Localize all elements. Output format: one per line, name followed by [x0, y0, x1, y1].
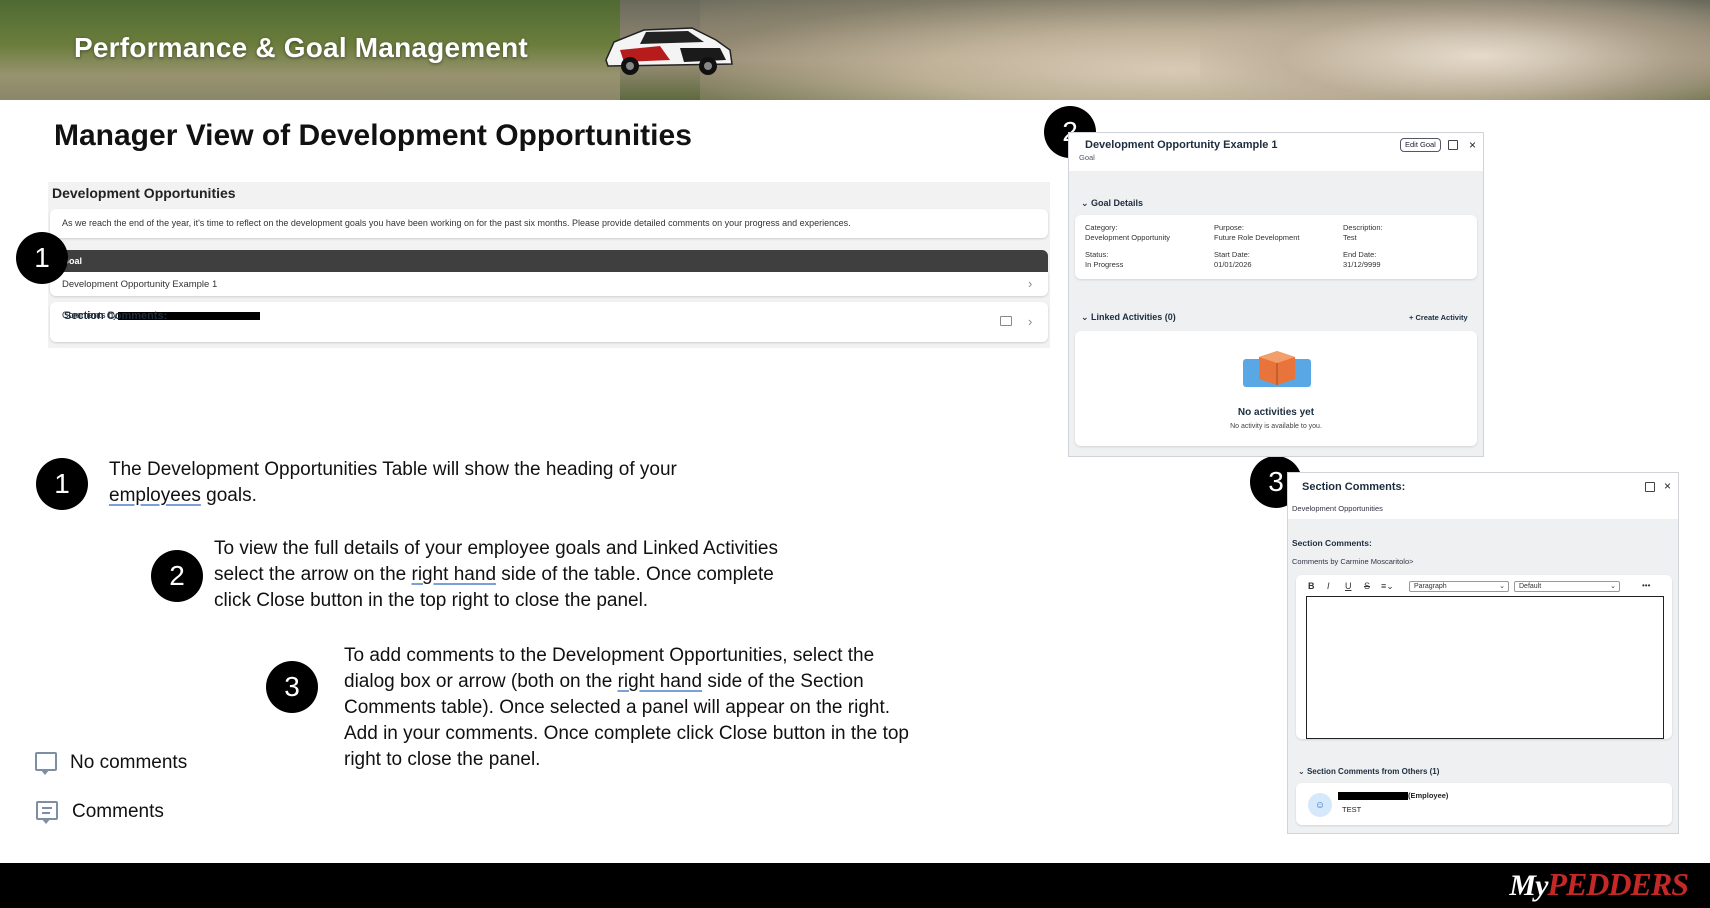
comments-panel-title: Section Comments:: [1302, 481, 1406, 493]
goal-table-row[interactable]: Development Opportunity Example 1 ›: [50, 272, 1048, 296]
chevron-right-icon[interactable]: ›: [1028, 277, 1032, 290]
create-activity-button[interactable]: + Create Activity: [1409, 313, 1468, 322]
chevron-down-icon: ⌄: [1610, 583, 1616, 590]
redacted-name: [1338, 792, 1408, 801]
legend-comments: Comments: [72, 801, 164, 822]
instruction-2: To view the full details of your employe…: [214, 538, 778, 611]
goal-panel-title: Development Opportunity Example 1: [1085, 139, 1278, 151]
status-field: Status: In Progress: [1085, 250, 1124, 269]
banner-dust-cloud-2: [1200, 0, 1710, 100]
section-comments-by: Comments by: [62, 310, 1036, 320]
purpose-field: Purpose: Future Role Development: [1214, 223, 1300, 242]
start-date-field: Start Date: 01/01/2026: [1214, 250, 1252, 269]
close-icon[interactable]: ×: [1664, 480, 1671, 492]
other-comment-card: ☺ (Employee) TEST: [1296, 783, 1672, 825]
instruction-badge-3: 3: [266, 661, 318, 713]
comments-by-line: Comments by Carmine Moscaritolo>: [1292, 557, 1414, 566]
comments-panel-subtitle: Development Opportunities: [1292, 504, 1383, 513]
goal-panel-subtitle: Goal: [1079, 153, 1095, 162]
step-badge-1: 1: [16, 232, 68, 284]
rally-car-image: [605, 27, 733, 75]
goal-panel-header: Development Opportunity Example 1 Goal E…: [1069, 133, 1483, 171]
page-title: Manager View of Development Opportunitie…: [54, 119, 692, 152]
banner-title: Performance & Goal Management: [74, 32, 528, 63]
section-comments-panel: Section Comments: Development Opportunit…: [1287, 472, 1679, 834]
category-field: Category: Development Opportunity: [1085, 223, 1171, 242]
more-options-icon[interactable]: •••: [1642, 581, 1650, 590]
section-comments-row[interactable]: Section Comments: Comments by ›: [50, 302, 1048, 342]
development-opportunities-panel: Development Opportunities As we reach th…: [48, 182, 1050, 348]
footer-bar: MyPEDDERS: [0, 863, 1710, 908]
other-comment-author: (Employee): [1338, 791, 1448, 801]
chevron-down-icon: ⌄: [1081, 198, 1092, 208]
empty-activities-card: No activities yet No activity is availab…: [1075, 331, 1477, 446]
italic-button[interactable]: I: [1327, 581, 1330, 591]
header-banner: Performance & Goal Management: [0, 0, 1710, 100]
edit-goal-button[interactable]: Edit Goal: [1400, 138, 1441, 152]
expand-icon[interactable]: [1448, 140, 1458, 150]
comment-text-area[interactable]: [1306, 596, 1664, 739]
section-comments-title: Section Comments:: [64, 310, 168, 322]
align-menu-icon[interactable]: ≡⌄: [1381, 581, 1394, 592]
chevron-down-icon: ⌄: [1499, 583, 1505, 590]
intro-text: As we reach the end of the year, it's ti…: [50, 209, 1048, 238]
chevron-down-icon: ⌄: [1081, 312, 1092, 322]
end-date-field: End Date: 31/12/9999: [1343, 250, 1381, 269]
underline-button[interactable]: U: [1345, 581, 1352, 591]
empty-state-title: No activities yet: [1237, 407, 1315, 418]
empty-state-subtitle: No activity is available to you.: [1230, 423, 1322, 430]
bold-button[interactable]: B: [1308, 581, 1315, 591]
description-field: Description: Test: [1343, 223, 1383, 242]
linked-activities-toggle[interactable]: ⌄ Linked Activities (0): [1081, 312, 1176, 323]
instruction-badge-2: 2: [151, 550, 203, 602]
expand-icon[interactable]: [1645, 482, 1655, 492]
other-comment-text: TEST: [1342, 805, 1362, 814]
comments-panel-header: Section Comments: Development Opportunit…: [1288, 473, 1678, 519]
empty-box-icon: [1243, 351, 1311, 387]
legend-no-comments: No comments: [70, 752, 188, 773]
comment-icon[interactable]: [1000, 316, 1012, 326]
close-icon[interactable]: ×: [1469, 139, 1476, 151]
comments-label: Section Comments:: [1292, 538, 1372, 548]
paragraph-select[interactable]: Paragraph ⌄: [1409, 581, 1509, 592]
mypedders-logo: MyPEDDERS: [1509, 866, 1689, 902]
comments-icon: [36, 801, 58, 824]
avatar: ☺: [1308, 793, 1332, 817]
instruction-badge-1: 1: [36, 458, 88, 510]
goal-details-card: Category: Development Opportunity Purpose…: [1075, 215, 1477, 279]
chevron-down-icon: ⌄: [1298, 767, 1307, 776]
goal-column-header: Goal: [50, 250, 1048, 272]
goal-detail-panel: Development Opportunity Example 1 Goal E…: [1068, 132, 1484, 457]
goal-details-toggle[interactable]: ⌄ Goal Details: [1081, 198, 1143, 209]
section-heading: Development Opportunities: [52, 185, 236, 201]
goal-row-label: Development Opportunity Example 1: [62, 279, 218, 290]
font-select[interactable]: Default ⌄: [1514, 581, 1620, 592]
chevron-right-icon[interactable]: ›: [1028, 315, 1032, 328]
instruction-1: The Development Opportunities Table will…: [109, 459, 677, 506]
strikethrough-button[interactable]: S: [1364, 581, 1370, 591]
rich-text-editor: B I U S ≡⌄ Paragraph ⌄ Default ⌄ •••: [1296, 575, 1672, 739]
no-comments-icon: [35, 752, 57, 775]
instruction-3: To add comments to the Development Oppor…: [344, 645, 909, 770]
comments-from-others-toggle[interactable]: ⌄ Section Comments from Others (1): [1298, 767, 1439, 776]
